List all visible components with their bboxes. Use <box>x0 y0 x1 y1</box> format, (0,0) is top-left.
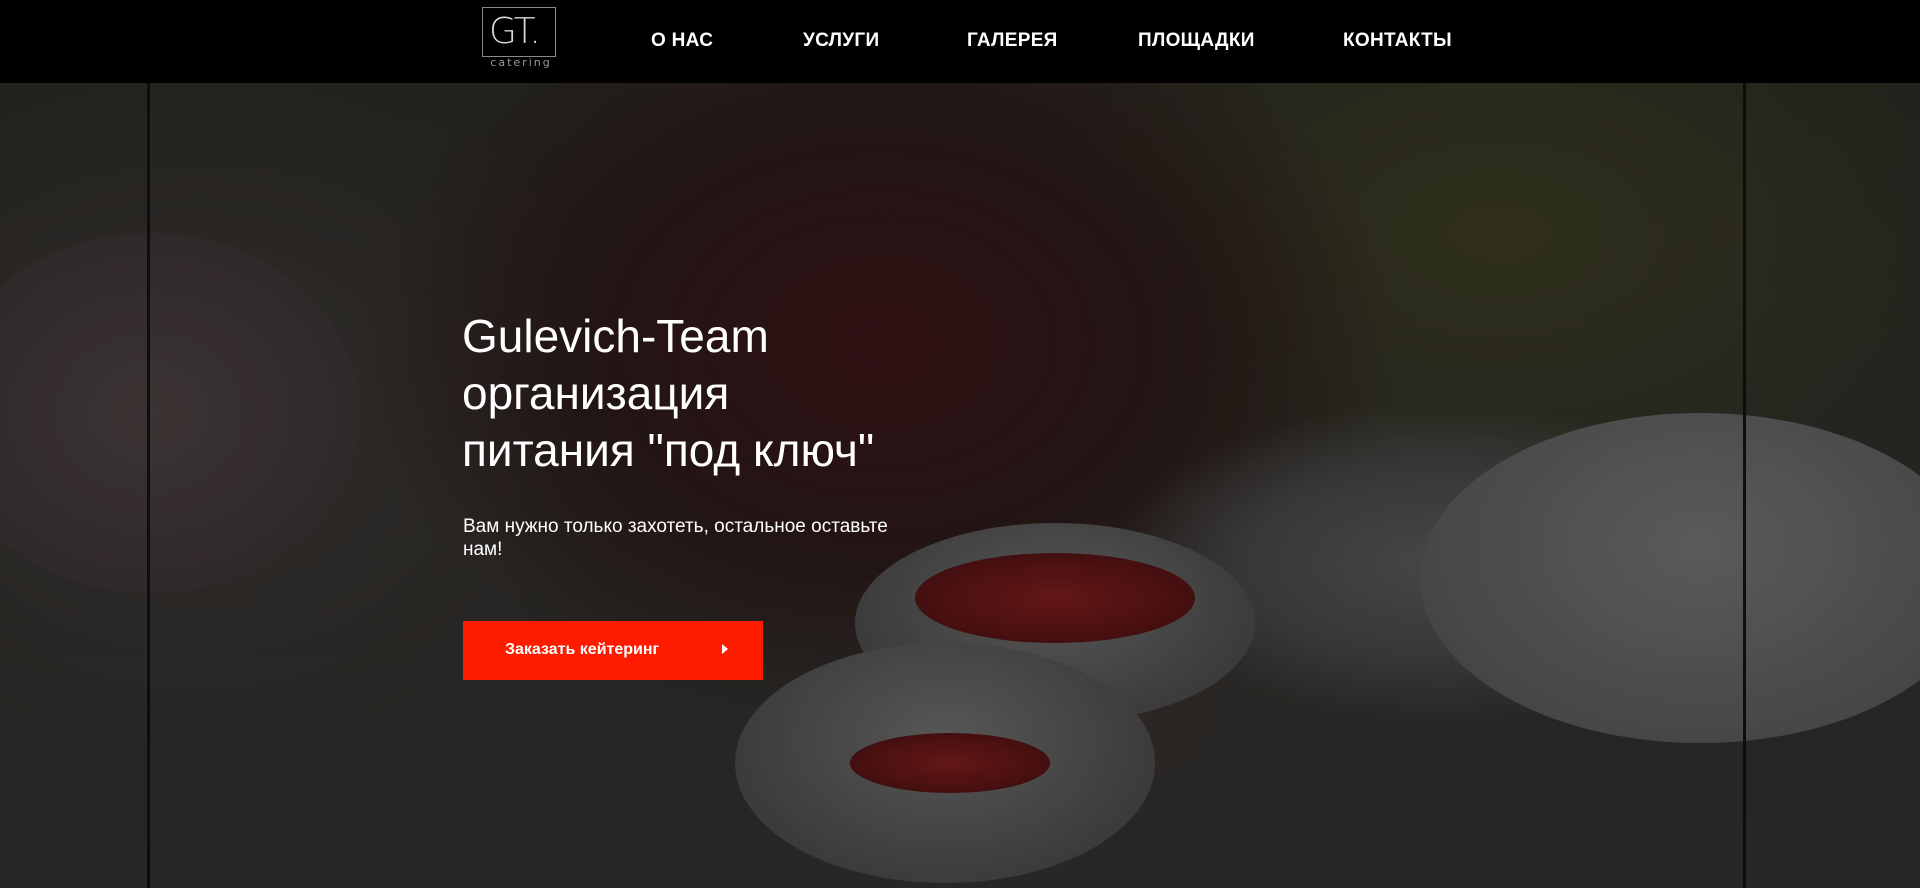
nav-item-about[interactable]: О НАС <box>651 30 713 52</box>
hero-overlay <box>0 83 1920 888</box>
logo-mark: GT. <box>489 11 541 52</box>
hero-title-line: Gulevich-Team <box>462 310 769 362</box>
nav-item-services[interactable]: УСЛУГИ <box>803 30 879 52</box>
logo-subtitle: catering <box>490 56 552 69</box>
order-catering-label: Заказать кейтеринг <box>505 641 660 658</box>
nav-item-gallery[interactable]: ГАЛЕРЕЯ <box>967 30 1058 52</box>
hero-title-line: организация <box>462 367 730 419</box>
order-catering-button[interactable]: Заказать кейтеринг <box>463 621 763 680</box>
hero-section: Gulevich-Team организация питания "под к… <box>0 83 1920 888</box>
logo[interactable]: GT. <box>482 7 556 57</box>
nav-item-venues[interactable]: ПЛОЩАДКИ <box>1138 30 1255 52</box>
site-header: GT. catering О НАС УСЛУГИ ГАЛЕРЕЯ ПЛОЩАД… <box>0 0 1920 83</box>
arrow-right-icon <box>722 644 728 654</box>
hero-subtitle: Вам нужно только захотеть, остальное ост… <box>463 516 888 560</box>
divider-line <box>147 83 150 888</box>
nav-item-contacts[interactable]: КОНТАКТЫ <box>1343 30 1452 52</box>
hero-title-line: питания "под ключ" <box>462 424 875 476</box>
hero-title: Gulevich-Team организация питания "под к… <box>462 308 874 479</box>
divider-line <box>1743 83 1746 888</box>
